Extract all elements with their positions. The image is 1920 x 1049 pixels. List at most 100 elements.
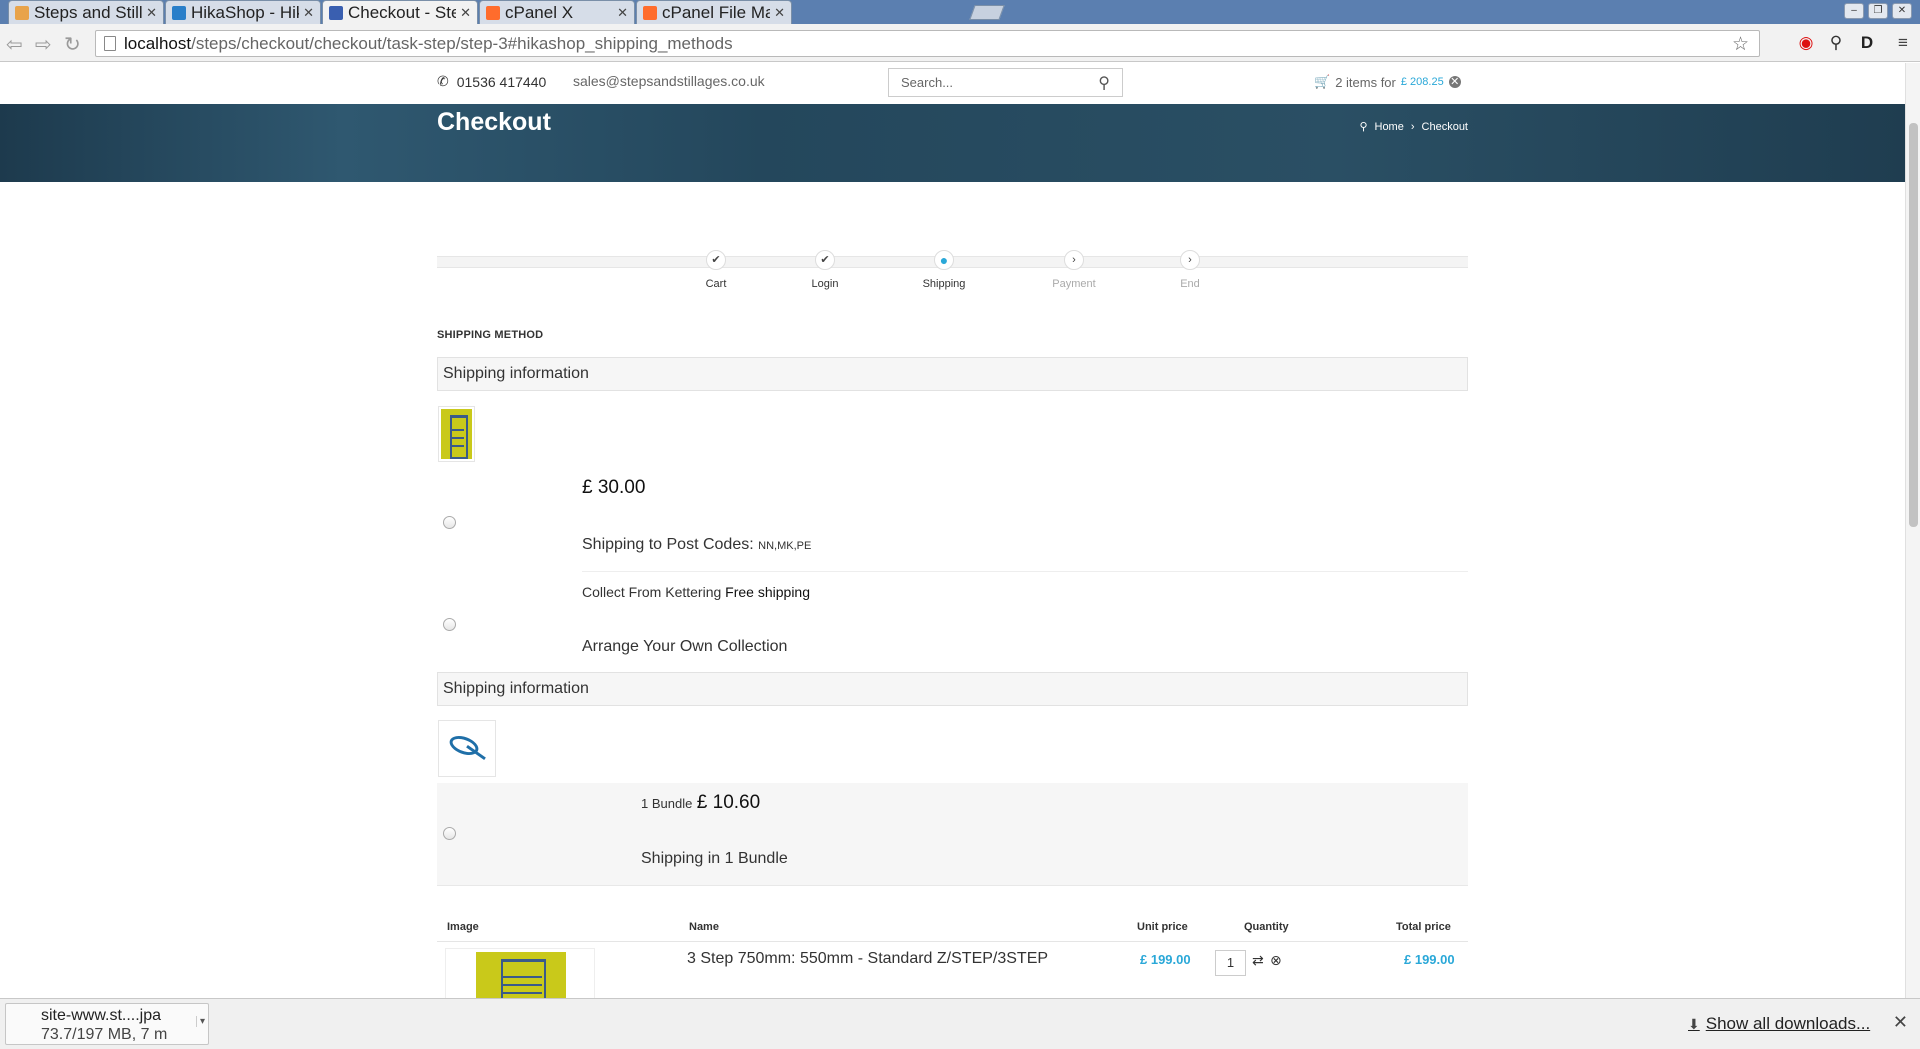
unit-price: £ 199.00 bbox=[1140, 952, 1191, 967]
site-favicon-icon bbox=[329, 5, 343, 20]
scrollbar-thumb[interactable] bbox=[1909, 123, 1918, 527]
close-icon[interactable]: ✕ bbox=[617, 5, 628, 21]
quantity-input[interactable]: 1 bbox=[1215, 950, 1246, 976]
refresh-icon[interactable]: ⇄ bbox=[1252, 952, 1264, 969]
col-header-unit-price: Unit price bbox=[1137, 921, 1188, 933]
page-scrollbar[interactable] bbox=[1905, 63, 1920, 998]
chevron-right-icon: › bbox=[1410, 120, 1415, 133]
step-label: Cart bbox=[705, 278, 727, 290]
remove-item-icon[interactable]: ⊗ bbox=[1270, 952, 1282, 969]
product-thumbnail bbox=[438, 720, 496, 777]
check-icon: ✔ bbox=[815, 250, 835, 270]
tab-checkout[interactable]: Checkout - Steps ✕ bbox=[322, 0, 478, 24]
step-shipping: ● Shipping bbox=[904, 250, 984, 290]
search-placeholder: Search... bbox=[901, 75, 954, 90]
restore-button[interactable]: ❐ bbox=[1868, 3, 1888, 19]
table-header-divider bbox=[437, 941, 1468, 942]
minimize-button[interactable]: – bbox=[1844, 3, 1864, 19]
step-label: End bbox=[1180, 278, 1200, 290]
bookmark-star-icon[interactable]: ☆ bbox=[1732, 33, 1749, 56]
shipping-option-name: Shipping to Post Codes: NN,MK,PE bbox=[582, 536, 811, 554]
chevron-right-icon: › bbox=[1064, 250, 1084, 270]
tab-cpanel-file-manager[interactable]: cPanel File Manag ✕ bbox=[636, 0, 792, 24]
col-header-name: Name bbox=[689, 921, 719, 933]
search-input[interactable]: Search... ⚲ bbox=[888, 68, 1123, 97]
post-codes: NN,MK,PE bbox=[758, 540, 812, 552]
search-icon[interactable]: ⚲ bbox=[1098, 73, 1110, 93]
email-link[interactable]: sales@stepsandstillages.co.uk bbox=[573, 73, 765, 89]
cart-summary[interactable]: 🛒 2 items for £ 208.25 ✕ bbox=[1314, 74, 1461, 90]
close-icon[interactable]: ✕ bbox=[1893, 1012, 1908, 1033]
download-icon: ⬇ bbox=[1688, 1015, 1700, 1032]
breadcrumb-home[interactable]: Home bbox=[1375, 121, 1404, 133]
chevron-down-icon[interactable]: ▾ bbox=[195, 1016, 205, 1027]
divider bbox=[582, 571, 1468, 572]
clear-cart-icon[interactable]: ✕ bbox=[1448, 76, 1461, 88]
shipping-option-radio[interactable] bbox=[443, 516, 456, 529]
extension-icon[interactable]: D bbox=[1857, 33, 1877, 53]
phone-icon: ✆ bbox=[437, 73, 449, 89]
downloads-bar: site-www.st....jpa 73.7/197 MB, 7 m ▾ ⬇ … bbox=[0, 998, 1920, 1049]
browser-toolbar: ⇦ ⇨ ↻ localhost/steps/checkout/checkout/… bbox=[0, 24, 1920, 62]
reload-icon[interactable]: ↻ bbox=[64, 32, 81, 57]
tab-hikashop[interactable]: HikaShop - HikaS ✕ bbox=[165, 0, 321, 24]
step-login[interactable]: ✔ Login bbox=[785, 250, 865, 290]
breadcrumb-current: Checkout bbox=[1421, 120, 1468, 133]
current-step-dot-icon: ● bbox=[934, 250, 954, 270]
close-icon[interactable]: ✕ bbox=[774, 5, 785, 21]
new-tab-button[interactable] bbox=[969, 5, 1005, 20]
product-image[interactable] bbox=[445, 948, 595, 998]
show-all-downloads-label: Show all downloads... bbox=[1705, 1014, 1871, 1033]
col-header-quantity: Quantity bbox=[1244, 921, 1289, 933]
page-title: Checkout bbox=[437, 108, 551, 136]
ladder-image bbox=[476, 952, 566, 998]
product-thumbnail bbox=[438, 406, 475, 462]
chevron-right-icon: › bbox=[1180, 250, 1200, 270]
window-controls: – ❐ ✕ bbox=[1844, 3, 1912, 19]
step-end: › End bbox=[1150, 250, 1230, 290]
close-icon[interactable]: ✕ bbox=[460, 5, 471, 21]
col-header-total-price: Total price bbox=[1396, 921, 1451, 933]
bundle-price-line: 1 Bundle £ 10.60 bbox=[641, 792, 760, 814]
close-icon[interactable]: ✕ bbox=[303, 5, 314, 21]
download-item[interactable]: site-www.st....jpa 73.7/197 MB, 7 m ▾ bbox=[5, 1003, 209, 1045]
free-shipping-label: Free shipping bbox=[725, 584, 810, 600]
zoom-extension-icon[interactable]: ⚲ bbox=[1826, 33, 1846, 53]
shipping-option-radio[interactable] bbox=[443, 827, 456, 840]
step-cart[interactable]: ✔ Cart bbox=[676, 250, 756, 290]
forward-icon[interactable]: ⇨ bbox=[35, 32, 52, 57]
menu-icon[interactable]: ≡ bbox=[1893, 33, 1913, 53]
show-all-downloads-link[interactable]: ⬇ Show all downloads... bbox=[1688, 1014, 1870, 1034]
tab-cpanel[interactable]: cPanel X ✕ bbox=[479, 0, 635, 24]
collect-location: Collect From Kettering bbox=[582, 584, 722, 600]
cart-icon: 🛒 bbox=[1314, 74, 1331, 89]
product-name[interactable]: 3 Step 750mm: 550mm - Standard Z/STEP/3S… bbox=[687, 950, 1048, 968]
tab-steps-and-stillage[interactable]: Steps and Stillage ✕ bbox=[8, 0, 164, 24]
hikashop-favicon-icon bbox=[172, 5, 186, 20]
site-topbar: ✆ 01536 417440 sales@stepsandstillages.c… bbox=[0, 63, 1905, 104]
download-file-name: site-www.st....jpa bbox=[41, 1007, 162, 1024]
address-bar[interactable]: localhost/steps/checkout/checkout/task-s… bbox=[95, 30, 1760, 57]
shipping-option-name: Arrange Your Own Collection bbox=[582, 638, 788, 655]
joomla-favicon-icon bbox=[15, 5, 29, 20]
browser-tab-bar: Steps and Stillage ✕ HikaShop - HikaS ✕ … bbox=[0, 0, 1920, 24]
page-banner: Checkout ⚲ Home › Checkout bbox=[0, 104, 1905, 182]
strap-image bbox=[441, 723, 493, 774]
shipping-option-name: Shipping in 1 Bundle bbox=[641, 850, 788, 867]
shipping-option-radio[interactable] bbox=[443, 618, 456, 631]
step-label: Shipping bbox=[922, 278, 966, 290]
url-host: localhost bbox=[124, 33, 192, 53]
bundle-count: 1 Bundle bbox=[641, 796, 693, 811]
close-window-button[interactable]: ✕ bbox=[1892, 3, 1912, 19]
col-header-image: Image bbox=[447, 921, 479, 933]
back-icon[interactable]: ⇦ bbox=[6, 32, 23, 57]
tab-title: cPanel X bbox=[505, 2, 574, 22]
step-payment: › Payment bbox=[1034, 250, 1114, 290]
shipping-info-header: Shipping information bbox=[437, 672, 1468, 706]
shipping-option-row bbox=[437, 783, 1468, 886]
close-icon[interactable]: ✕ bbox=[146, 5, 157, 21]
adblock-icon[interactable]: ◉ bbox=[1796, 33, 1816, 53]
map-marker-icon: ⚲ bbox=[1359, 121, 1368, 133]
shipping-option-label: Shipping to Post Codes: bbox=[582, 536, 754, 553]
shipping-method-heading: SHIPPING METHOD bbox=[437, 329, 544, 341]
